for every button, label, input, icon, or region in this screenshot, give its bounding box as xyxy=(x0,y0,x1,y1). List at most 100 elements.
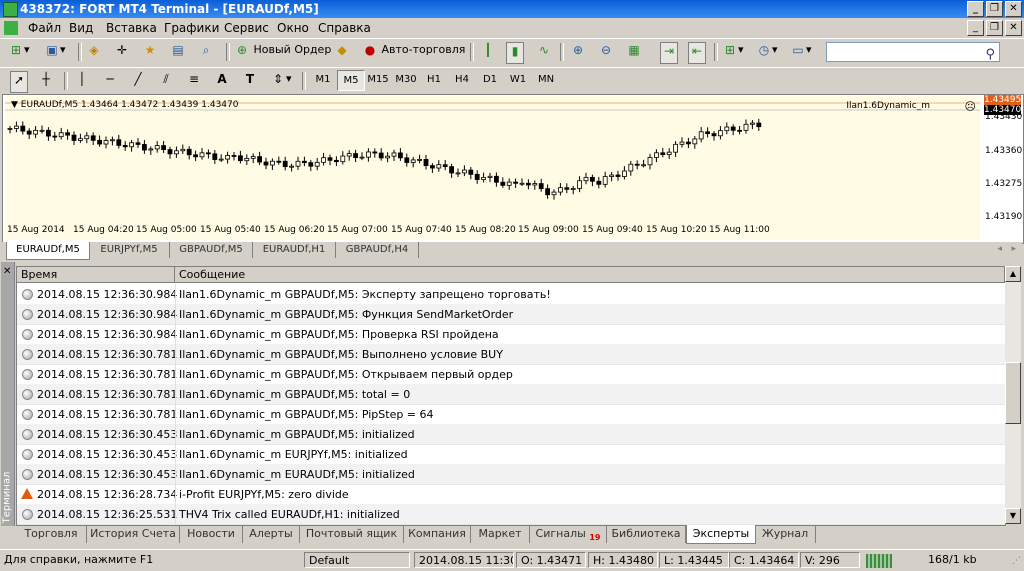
timeframe-m15[interactable]: M15 xyxy=(365,70,391,89)
tab-account-history[interactable]: История Счета xyxy=(87,525,180,543)
menu-window[interactable]: Окно xyxy=(277,21,309,35)
market-watch-button[interactable]: ◈ xyxy=(86,42,102,62)
log-row[interactable]: 2014.08.15 12:36:30.781 Ilan1.6Dynamic_m … xyxy=(17,404,1005,425)
templates-button[interactable]: ▭ ▾ xyxy=(790,42,811,62)
log-row[interactable]: 2014.08.15 12:36:30.781 Ilan1.6Dynamic_m … xyxy=(17,364,1005,385)
timeframe-m30[interactable]: M30 xyxy=(393,70,419,89)
data-window-button[interactable]: ✛ xyxy=(114,42,130,62)
new-order-label: Новый Ордер xyxy=(253,43,332,56)
timeframe-w1[interactable]: W1 xyxy=(505,70,531,89)
close-button[interactable]: ✕ xyxy=(1005,1,1022,17)
column-message[interactable]: Сообщение xyxy=(175,267,1005,283)
mdi-minimize-button[interactable]: _ xyxy=(967,20,984,36)
tab-trade[interactable]: Торговля xyxy=(16,525,87,543)
tab-library[interactable]: Библиотека xyxy=(607,525,686,543)
menu-tools[interactable]: Сервис xyxy=(224,21,269,35)
log-row[interactable]: 2014.08.15 12:36:30.984 Ilan1.6Dynamic_m … xyxy=(17,304,1005,325)
timeframe-m1[interactable]: M1 xyxy=(310,70,336,89)
timeframe-d1[interactable]: D1 xyxy=(477,70,503,89)
chart-plot-area[interactable]: ▼ EURAUDf,M5 1.43464 1.43472 1.43439 1.4… xyxy=(5,96,980,222)
tab-company[interactable]: Компания xyxy=(404,525,471,543)
menu-charts[interactable]: Графики xyxy=(164,21,219,35)
terminal-close-icon[interactable]: ✕ xyxy=(3,266,11,277)
tab-mailbox[interactable]: Почтовый ящик xyxy=(300,525,404,543)
scroll-up-icon[interactable]: ▲ xyxy=(1005,266,1021,282)
log-row[interactable]: 2014.08.15 12:36:30.781 Ilan1.6Dynamic_m … xyxy=(17,344,1005,365)
scroll-down-icon[interactable]: ▼ xyxy=(1005,508,1021,524)
chart-shift-button[interactable]: ⇤ xyxy=(688,42,706,64)
crosshair-button[interactable]: ┼ xyxy=(38,71,54,91)
ea-frown-icon[interactable]: ☹ xyxy=(965,100,976,113)
chart-tab-euraudf-h1[interactable]: EURAUDf,H1 xyxy=(253,242,336,258)
mdi-close-button[interactable]: ✕ xyxy=(1005,20,1022,36)
scroll-thumb[interactable] xyxy=(1005,362,1021,424)
auto-scroll-button[interactable]: ⇥ xyxy=(660,42,678,64)
minimize-button[interactable]: _ xyxy=(967,1,984,17)
chart-tab-gbpaudf-h4[interactable]: GBPAUDf,H4 xyxy=(336,242,419,258)
log-row[interactable]: 2014.08.15 12:36:30.984 Ilan1.6Dynamic_m … xyxy=(17,324,1005,345)
cursor-button[interactable]: ➚ xyxy=(10,71,28,93)
mdi-app-icon[interactable] xyxy=(4,21,18,35)
candle-body xyxy=(33,129,39,135)
new-chart-button[interactable]: ⊞ ▾ xyxy=(8,42,30,62)
horizontal-line-button[interactable]: ─ xyxy=(102,71,118,91)
zoom-out-button[interactable]: ⊖ xyxy=(598,42,614,62)
chart-tab-gbpaudf-m5[interactable]: GBPAUDf,M5 xyxy=(170,242,253,258)
tab-journal[interactable]: Журнал xyxy=(755,525,816,543)
log-row[interactable]: 2014.08.15 12:36:28.734 i-Profit EURJPYf,… xyxy=(17,484,1005,505)
mdi-restore-button[interactable]: ❐ xyxy=(986,20,1003,36)
tile-windows-button[interactable]: ▦ xyxy=(626,42,642,62)
text-button[interactable]: A xyxy=(214,71,230,91)
profiles-button[interactable]: ▣ ▾ xyxy=(44,42,65,62)
connection-bars-icon[interactable] xyxy=(866,554,892,568)
log-row[interactable]: 2014.08.15 12:36:30.453 Ilan1.6Dynamic_m … xyxy=(17,444,1005,465)
channel-button[interactable]: ⫽ xyxy=(158,71,174,91)
menu-insert[interactable]: Вставка xyxy=(106,21,157,35)
new-order-button[interactable]: ⊕ Новый Ордер xyxy=(234,42,331,62)
indicators-button[interactable]: ⊞ ▾ xyxy=(722,42,744,62)
timeframe-h1[interactable]: H1 xyxy=(421,70,447,89)
chart-tab-euraudf-m5[interactable]: EURAUDf,M5 xyxy=(6,242,90,260)
log-row[interactable]: 2014.08.15 12:36:30.984 Ilan1.6Dynamic_m … xyxy=(17,284,1005,305)
fibo-button[interactable]: ≡ xyxy=(186,71,202,91)
tester-button[interactable]: ⌕ xyxy=(198,42,214,62)
collapse-arrow-icon[interactable]: ▼ xyxy=(11,100,21,110)
navigator-button[interactable]: ★ xyxy=(142,42,158,62)
search-icon[interactable]: ⚲ xyxy=(985,47,995,62)
zoom-in-button[interactable]: ⊕ xyxy=(570,42,586,62)
tab-alerts[interactable]: Алерты xyxy=(243,525,300,543)
menu-file[interactable]: Файл xyxy=(28,21,61,35)
resize-grip-icon[interactable]: ⋰ xyxy=(1012,556,1021,566)
menu-help[interactable]: Справка xyxy=(318,21,371,35)
arrows-button[interactable]: ⇕ ▾ xyxy=(270,71,292,91)
log-row[interactable]: 2014.08.15 12:36:25.531 THV4 Trix called … xyxy=(17,504,1005,525)
timeframe-h4[interactable]: H4 xyxy=(449,70,475,89)
bar-chart-button[interactable]: ┃ xyxy=(480,42,496,62)
trendline-button[interactable]: ╱ xyxy=(130,71,146,91)
log-row[interactable]: 2014.08.15 12:36:30.781 Ilan1.6Dynamic_m … xyxy=(17,384,1005,405)
periods-button[interactable]: ◷ ▾ xyxy=(756,42,778,62)
tab-news[interactable]: Новости xyxy=(180,525,243,543)
column-time[interactable]: Время xyxy=(17,267,175,283)
tab-scroll-left-icon[interactable]: ◂ xyxy=(997,244,1002,254)
autotrading-button[interactable]: ● Авто-торговля xyxy=(362,42,466,62)
maximize-button[interactable]: ❐ xyxy=(986,1,1003,17)
vertical-line-button[interactable]: │ xyxy=(74,71,90,91)
search-input[interactable]: ⚲ xyxy=(826,42,1000,62)
timeframe-m5[interactable]: M5 xyxy=(337,70,365,91)
chart-tab-eurjpyf-m5[interactable]: EURJPYf,M5 xyxy=(89,242,170,258)
text-label-button[interactable]: T xyxy=(242,71,258,91)
line-chart-button[interactable]: ∿ xyxy=(536,42,552,62)
candlestick-button[interactable]: ▮ xyxy=(506,42,524,64)
timeframe-mn[interactable]: MN xyxy=(533,70,559,89)
metaeditor-button[interactable]: ◆ xyxy=(334,42,350,62)
log-row[interactable]: 2014.08.15 12:36:30.453 Ilan1.6Dynamic_m … xyxy=(17,464,1005,485)
tab-scroll-right-icon[interactable]: ▸ xyxy=(1011,244,1016,254)
terminal-button[interactable]: ▤ xyxy=(170,42,186,62)
log-row[interactable]: 2014.08.15 12:36:30.453 Ilan1.6Dynamic_m … xyxy=(17,424,1005,445)
tab-signals[interactable]: Сигналы 19 xyxy=(530,525,607,543)
menu-view[interactable]: Вид xyxy=(69,21,93,35)
tab-market[interactable]: Маркет xyxy=(471,525,530,543)
log-scrollbar[interactable]: ▲ ▼ xyxy=(1005,266,1021,524)
tab-experts[interactable]: Эксперты xyxy=(686,525,756,544)
